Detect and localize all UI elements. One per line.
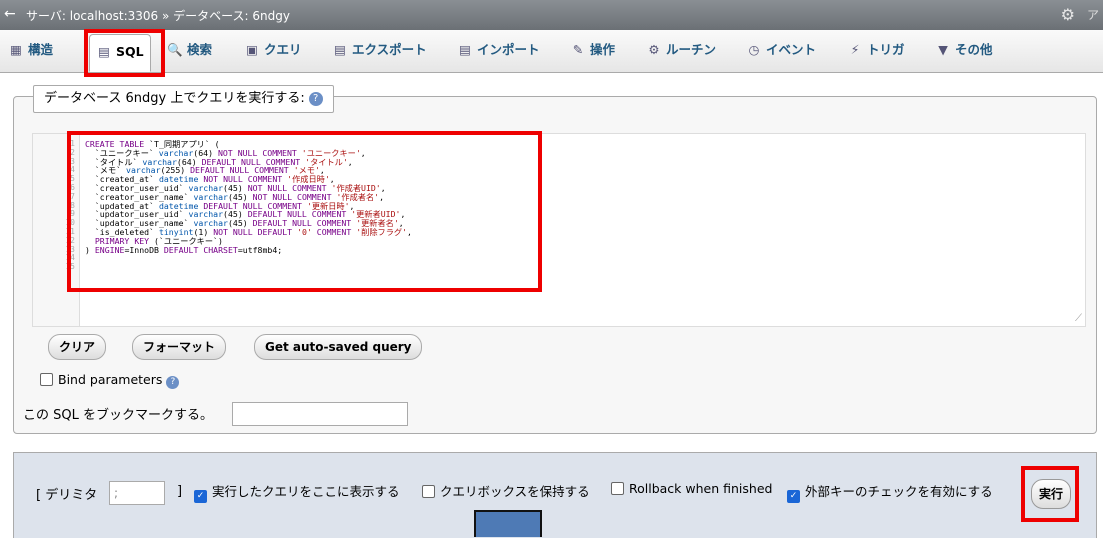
bind-parameters-option[interactable]: Bind parameters?	[40, 372, 180, 389]
tab-label: その他	[955, 42, 993, 57]
back-arrow-icon[interactable]: ←	[4, 6, 16, 22]
tab-label: 操作	[590, 42, 616, 57]
retain-query-box-checkbox[interactable]	[422, 485, 435, 498]
tab-label: クエリ	[264, 42, 302, 57]
clear-button[interactable]: クリア	[48, 334, 107, 360]
trigger-icon: ⚡	[850, 42, 860, 57]
option-label: Rollback when finished	[629, 481, 773, 496]
show-query-option[interactable]: ✓ 実行したクエリをここに表示する	[194, 481, 400, 503]
bookmark-label: この SQL をブックマークする。	[23, 408, 213, 423]
export-icon: ▤	[334, 42, 346, 57]
routines-icon: ⚙	[648, 42, 660, 57]
help-icon[interactable]: ?	[166, 376, 180, 389]
help-icon[interactable]: ?	[308, 91, 323, 106]
tab-label: イベント	[766, 42, 817, 57]
format-button[interactable]: フォーマット	[132, 334, 227, 360]
bind-parameters-label: Bind parameters	[58, 372, 163, 387]
resize-handle-icon[interactable]: ⟋	[1075, 313, 1082, 324]
tab-export[interactable]: ▤ エクスポート	[332, 36, 427, 64]
gear-icon[interactable]: ⚙	[1061, 5, 1075, 24]
delimiter-label: [ デリミタ	[36, 488, 98, 503]
show-query-checkbox[interactable]: ✓	[194, 490, 207, 503]
tab-label: 構造	[28, 42, 54, 57]
tab-label: インポート	[477, 42, 540, 57]
delimiter-input[interactable]: ;	[109, 481, 165, 505]
tab-label: ルーチン	[666, 42, 717, 57]
tab-bar: ▦ 構造 ▤ SQL 🔍 検索 ▣ クエリ ▤ エクスポート ▤ インポート ✎ 操作 ⚙ ルー…	[0, 30, 1103, 73]
search-icon: 🔍	[167, 42, 183, 57]
breadcrumb[interactable]: サーバ: localhost:3306 » データベース: 6ndgy	[26, 7, 290, 24]
topbar-more-text: ア	[1086, 8, 1099, 22]
tab-events[interactable]: ◷ イベント	[746, 36, 816, 64]
query-legend: データベース 6ndgy 上でクエリを実行する:?	[33, 85, 334, 113]
foreign-key-check-checkbox[interactable]: ✓	[787, 490, 800, 503]
foreign-key-check-option[interactable]: ✓ 外部キーのチェックを有効にする	[787, 481, 993, 503]
wrench-icon: ✎	[572, 42, 584, 57]
query-icon: ▣	[246, 42, 258, 57]
highlight-sql-code	[67, 131, 542, 292]
tab-search[interactable]: 🔍 検索	[167, 36, 212, 64]
bind-parameters-checkbox[interactable]	[40, 373, 53, 386]
highlight-execute-button	[1021, 466, 1079, 522]
retain-query-box-option[interactable]: クエリボックスを保持する	[422, 481, 590, 500]
tab-label: トリガ	[867, 42, 905, 57]
tab-more[interactable]: ▼ その他	[935, 36, 993, 64]
legend-text: データベース 6ndgy 上でクエリを実行する:	[44, 91, 305, 106]
tab-label: エクスポート	[352, 42, 427, 57]
rollback-option[interactable]: Rollback when finished	[611, 481, 772, 496]
clock-icon: ◷	[748, 42, 760, 57]
tab-routines[interactable]: ⚙ ルーチン	[646, 36, 716, 64]
delimiter-close-bracket: ]	[177, 484, 183, 499]
blue-marker-box	[474, 510, 542, 537]
tab-query[interactable]: ▣ クエリ	[244, 36, 302, 64]
option-label: 実行したクエリをここに表示する	[212, 484, 400, 499]
tab-operations[interactable]: ✎ 操作	[570, 36, 615, 64]
tab-label: 検索	[187, 42, 213, 57]
auto-saved-query-button[interactable]: Get auto-saved query	[254, 334, 423, 360]
tab-structure[interactable]: ▦ 構造	[8, 36, 53, 64]
highlight-sql-tab	[84, 29, 165, 77]
tab-import[interactable]: ▤ インポート	[457, 36, 540, 64]
structure-icon: ▦	[10, 42, 22, 57]
import-icon: ▤	[459, 42, 471, 57]
rollback-checkbox[interactable]	[611, 482, 624, 495]
bookmark-input[interactable]	[232, 402, 408, 426]
tab-triggers[interactable]: ⚡ トリガ	[847, 36, 905, 64]
chevron-down-icon: ▼	[938, 42, 948, 57]
top-breadcrumb-bar: ← サーバ: localhost:3306 » データベース: 6ndgy ⚙ …	[0, 0, 1103, 30]
option-label: 外部キーのチェックを有効にする	[805, 484, 993, 499]
option-label: クエリボックスを保持する	[440, 484, 590, 499]
